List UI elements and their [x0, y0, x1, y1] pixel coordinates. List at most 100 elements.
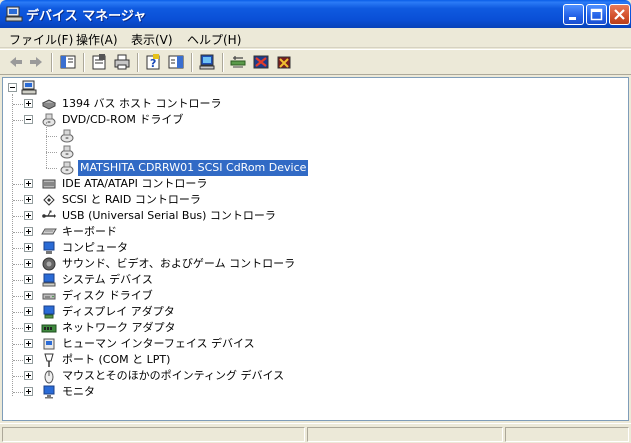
tree-item-label[interactable]: コンピュータ — [60, 240, 130, 256]
tree-item[interactable]: サウンド、ビデオ、およびゲーム コントローラ — [3, 256, 623, 272]
expand-toggle[interactable] — [24, 387, 33, 396]
tree-item-label[interactable]: ヒューマン インターフェイス デバイス — [60, 336, 257, 352]
status-panel — [2, 427, 305, 442]
disable-device-icon[interactable] — [252, 53, 270, 71]
title-bar[interactable]: デバイス マネージャ — [0, 0, 631, 28]
toolbar-separator — [51, 53, 53, 72]
tree-item-label[interactable]: DVD/CD-ROM ドライブ — [60, 112, 185, 128]
tree-item[interactable]: USB (Universal Serial Bus) コントローラ — [3, 208, 623, 224]
scsi-controller-icon — [41, 192, 57, 208]
expand-toggle[interactable] — [24, 339, 33, 348]
tree-item-label[interactable]: ディスク ドライブ — [60, 288, 155, 304]
tree-item[interactable]: システム デバイス — [3, 272, 623, 288]
window-title: デバイス マネージャ — [26, 9, 147, 24]
toolbar-separator — [191, 53, 193, 72]
network-adapter-icon — [41, 320, 57, 336]
ide-controller-icon — [41, 176, 57, 192]
expand-toggle[interactable] — [24, 307, 33, 316]
expand-toggle[interactable] — [24, 355, 33, 364]
menu-file[interactable]: ファイル(F) — [9, 31, 73, 48]
expand-toggle[interactable] — [24, 179, 33, 188]
1394-controller-icon — [41, 96, 57, 112]
tree-item-label[interactable]: サウンド、ビデオ、およびゲーム コントローラ — [60, 256, 297, 272]
back-arrow-icon[interactable] — [7, 53, 25, 71]
tree-child-item[interactable] — [3, 144, 623, 160]
close-button[interactable] — [609, 4, 630, 25]
expand-toggle[interactable] — [24, 195, 33, 204]
expand-toggle[interactable] — [24, 259, 33, 268]
menu-action[interactable]: 操作(A) — [76, 31, 118, 48]
forward-arrow-icon[interactable] — [27, 53, 45, 71]
print-icon[interactable] — [113, 53, 131, 71]
status-panel — [505, 427, 629, 442]
tree-item[interactable]: ネットワーク アダプタ — [3, 320, 623, 336]
tree-item[interactable]: マウスとそのほかのポインティング デバイス — [3, 368, 623, 384]
minimize-icon — [569, 17, 576, 20]
tree-item-label[interactable]: IDE ATA/ATAPI コントローラ — [60, 176, 209, 192]
tree-connector — [46, 122, 47, 168]
expand-toggle[interactable] — [24, 371, 33, 380]
menu-view[interactable]: 表示(V) — [131, 31, 173, 48]
expand-toggle[interactable] — [24, 323, 33, 332]
keyboard-icon — [41, 224, 57, 240]
tree-item[interactable]: モニタ — [3, 384, 623, 400]
tree-child-item[interactable] — [3, 128, 623, 144]
expand-toggle[interactable] — [24, 99, 33, 108]
menu-bar: ファイル(F) 操作(A) 表示(V) ヘルプ(H) — [0, 28, 631, 48]
cd-drive-icon — [41, 112, 57, 128]
tree-item[interactable]: ポート (COM と LPT) — [3, 352, 623, 368]
scan-hardware-icon[interactable] — [198, 53, 216, 71]
tree-item[interactable]: ヒューマン インターフェイス デバイス — [3, 336, 623, 352]
tree-item[interactable]: キーボード — [3, 224, 623, 240]
expand-toggle[interactable] — [24, 291, 33, 300]
toolbar-separator — [83, 53, 85, 72]
disk-drive-icon — [41, 288, 57, 304]
help-icon[interactable]: ? — [144, 53, 162, 71]
tree-item-label[interactable]: 1394 バス ホスト コントローラ — [60, 96, 223, 112]
properties-icon[interactable] — [90, 53, 108, 71]
tree-item-label[interactable]: ネットワーク アダプタ — [60, 320, 178, 336]
system-device-icon — [41, 272, 57, 288]
expand-toggle[interactable] — [24, 243, 33, 252]
tree-item-label[interactable]: キーボード — [60, 224, 119, 240]
cd-drive-icon — [59, 144, 75, 160]
tree-item[interactable]: DVD/CD-ROM ドライブ — [3, 112, 623, 128]
device-tree[interactable]: 1394 バス ホスト コントローラ DVD/CD-ROM ドライブ MATSHIT… — [2, 77, 629, 421]
tree-item[interactable]: ディスプレイ アダプタ — [3, 304, 623, 320]
tree-item-label[interactable]: システム デバイス — [60, 272, 155, 288]
collapse-toggle[interactable] — [8, 83, 17, 92]
tree-item[interactable]: ディスク ドライブ — [3, 288, 623, 304]
expand-toggle[interactable] — [24, 227, 33, 236]
tree-child-label[interactable]: MATSHITA CDRRW01 SCSI CdRom Device — [76, 159, 310, 177]
monitor-icon — [41, 384, 57, 400]
tree-item[interactable]: IDE ATA/ATAPI コントローラ — [3, 176, 623, 192]
tree-item[interactable]: SCSI と RAID コントローラ — [3, 192, 623, 208]
cd-drive-icon — [59, 160, 75, 176]
usb-icon — [41, 208, 57, 224]
minimize-button[interactable] — [563, 4, 584, 25]
expand-toggle[interactable] — [24, 275, 33, 284]
tree-item-label[interactable]: SCSI と RAID コントローラ — [60, 192, 203, 208]
speaker-icon — [41, 256, 57, 272]
expand-toggle[interactable] — [24, 211, 33, 220]
uninstall-device-icon[interactable] — [275, 53, 293, 71]
tree-item-label[interactable]: USB (Universal Serial Bus) コントローラ — [60, 208, 278, 224]
tree-item-label[interactable]: マウスとそのほかのポインティング デバイス — [60, 368, 286, 384]
update-driver-icon[interactable] — [229, 53, 247, 71]
tree-item-label[interactable]: モニタ — [60, 384, 97, 400]
maximize-button[interactable] — [586, 4, 607, 25]
tree-item-label[interactable]: ポート (COM と LPT) — [60, 352, 172, 368]
computer-icon — [5, 5, 23, 23]
menu-help[interactable]: ヘルプ(H) — [187, 31, 241, 48]
show-pane-icon[interactable] — [167, 53, 185, 71]
show-hide-tree-icon[interactable] — [59, 53, 77, 71]
computer-icon — [21, 80, 37, 96]
collapse-toggle[interactable] — [24, 115, 33, 124]
port-icon — [41, 352, 57, 368]
toolbar-separator — [137, 53, 139, 72]
tree-item[interactable]: コンピュータ — [3, 240, 623, 256]
tree-child-item[interactable]: MATSHITA CDRRW01 SCSI CdRom Device — [3, 159, 623, 177]
tree-item-label[interactable]: ディスプレイ アダプタ — [60, 304, 177, 320]
tree-item[interactable]: 1394 バス ホスト コントローラ — [3, 96, 623, 112]
tree-connector — [46, 168, 57, 169]
